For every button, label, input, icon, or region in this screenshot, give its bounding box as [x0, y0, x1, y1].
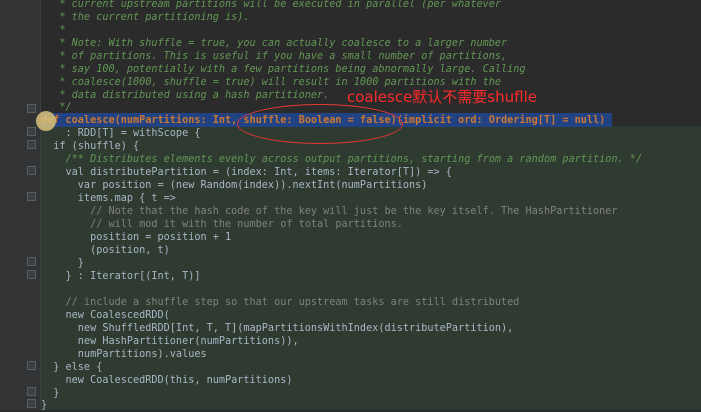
code-line: var position = (new Random(index)).nextI…: [41, 180, 428, 191]
code-line: } : Iterator[(Int, T)]: [41, 271, 201, 282]
code-line: new CoalescedRDD(: [41, 310, 170, 321]
fold-marker-icon[interactable]: [27, 361, 36, 370]
code-line: * Note: With shuffle = true, you can act…: [41, 38, 508, 49]
fold-marker-icon[interactable]: [27, 104, 36, 113]
fold-marker-icon[interactable]: [27, 192, 36, 201]
code-line: * data distributed using a hash partitio…: [41, 90, 330, 101]
code-line: if (shuffle) {: [41, 141, 140, 152]
fold-marker-icon[interactable]: [27, 127, 36, 136]
code-line: }: [41, 400, 48, 411]
code-line: new HashPartitioner(numPartitions)),: [41, 336, 299, 347]
fold-marker-icon[interactable]: [27, 166, 36, 175]
fold-marker-icon[interactable]: [27, 270, 36, 279]
code-line: items.map { t =>: [41, 193, 176, 204]
fold-marker-icon[interactable]: [27, 387, 36, 396]
code-line: : RDD[T] = withScope {: [41, 128, 201, 139]
code-line: * the current partitioning is).: [41, 12, 250, 23]
code-line: // Note that the hash code of the key wi…: [41, 206, 618, 217]
code-editor[interactable]: * current upstream partitions will be ex…: [41, 0, 701, 411]
fold-marker-icon[interactable]: [27, 257, 36, 266]
code-line: new ShuffledRDD[Int, T, T](mapPartitions…: [41, 323, 514, 334]
code-line: } else {: [41, 362, 103, 373]
fold-marker-icon[interactable]: [27, 399, 36, 408]
annotation-ellipse: [237, 104, 403, 144]
code-line: // include a shuffle step so that our up…: [41, 297, 520, 308]
code-line: * of partitions. This is useful if you h…: [41, 51, 508, 62]
code-line: // will mod it with the number of total …: [41, 219, 403, 230]
code-line: /** Distributes elements evenly across o…: [41, 154, 643, 165]
code-line: }: [41, 258, 84, 269]
code-line: position = position + 1: [41, 232, 232, 243]
code-line: new CoalescedRDD(this, numPartitions): [41, 375, 293, 386]
code-line: val distributePartition = (index: Int, i…: [41, 167, 452, 178]
code-line: numPartitions).values: [41, 349, 207, 360]
annotation-text: coalesce默认不需要shuflle: [347, 88, 537, 106]
line-gutter: [0, 0, 40, 410]
mouse-cursor-highlight-icon: [36, 111, 56, 131]
fold-marker-icon[interactable]: [27, 140, 36, 149]
code-line: (position, t): [41, 245, 170, 256]
code-line: * say 100, potentially with a few partit…: [41, 64, 526, 75]
code-line: * current upstream partitions will be ex…: [41, 0, 502, 10]
code-line: *: [41, 25, 66, 36]
